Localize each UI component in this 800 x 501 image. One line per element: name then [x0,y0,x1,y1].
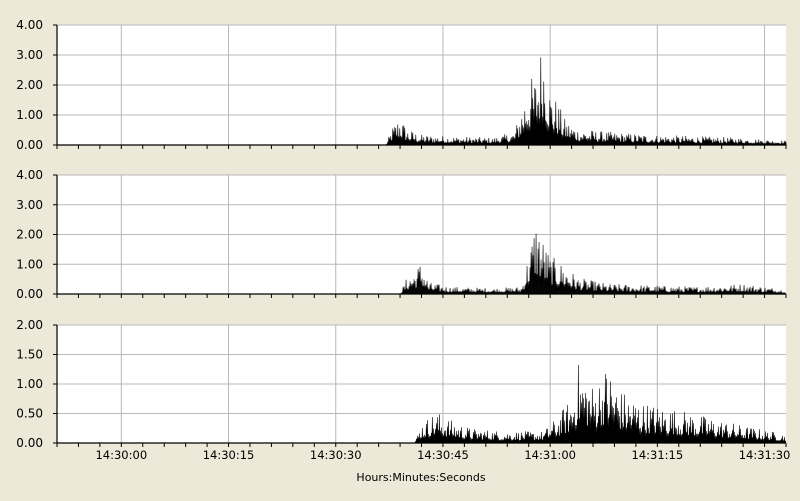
y-tick-label: 1.50 [16,348,43,362]
y-tick-label: 2.00 [16,228,43,242]
y-tick-label: 4.00 [16,168,43,182]
x-tick-label: 14:31:00 [524,448,576,462]
y-tick-label: 2.00 [16,78,43,92]
y-tick-label: 0.50 [16,407,43,421]
y-tick-label: 1.00 [16,108,43,122]
x-axis-label: Hours:Minutes:Seconds [356,471,485,484]
x-tick-label: 14:30:30 [310,448,362,462]
y-tick-label: 3.00 [16,48,43,62]
x-tick-label: 14:31:15 [632,448,684,462]
y-tick-label: 1.00 [16,257,43,271]
seismograph-chart: 0.00 1.00 2.00 3.00 4.00 0.00 1.00 2.00 3.00 4.00… [0,0,800,497]
y-tick-label: 0.00 [16,138,43,152]
y-tick-label: 0.00 [16,436,43,450]
y-tick-label: 2.00 [16,318,43,332]
x-tick-label: 14:30:45 [417,448,469,462]
chart-svg: 0.00 1.00 2.00 3.00 4.00 0.00 1.00 2.00 3.00 4.00… [16,18,791,484]
x-tick-label: 14:31:30 [739,448,791,462]
x-tick-label: 14:30:00 [95,448,147,462]
y-tick-label: 1.00 [16,377,43,391]
y-tick-label: 3.00 [16,198,43,212]
y-tick-label: 0.00 [16,287,43,301]
x-tick-label: 14:30:15 [203,448,255,462]
y-tick-label: 4.00 [16,18,43,32]
